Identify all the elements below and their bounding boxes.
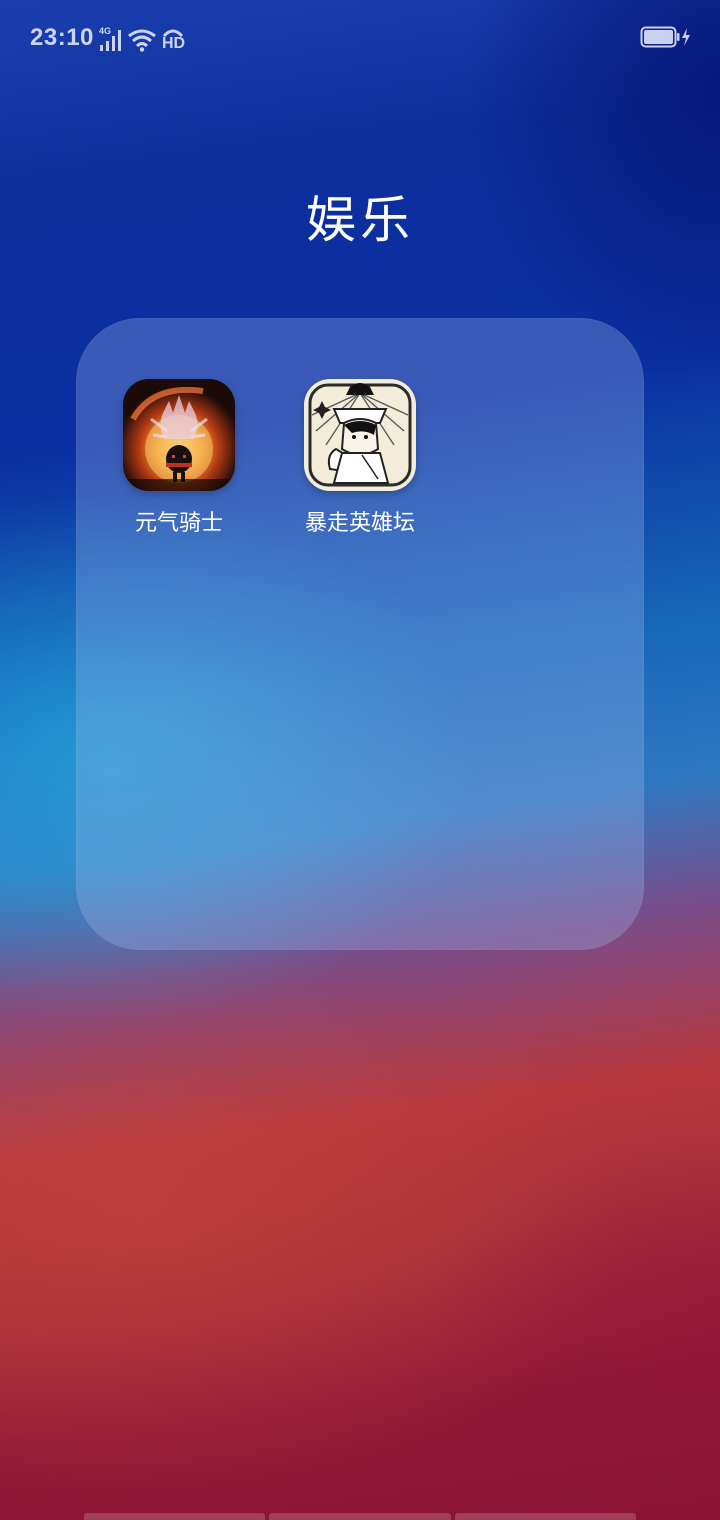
hd-call-icon: HD xyxy=(161,26,185,52)
app-label: 元气骑士 xyxy=(134,511,223,536)
signal-icon: 4G xyxy=(99,26,123,52)
hd-label: HD xyxy=(162,35,186,52)
home-screen: 23:10 4G HD 娱乐 元气骑士 暴走英雄坛 xyxy=(0,0,720,1520)
dock-segment xyxy=(269,1513,451,1520)
status-time: 23:10 xyxy=(30,24,94,51)
app-manga-hero[interactable]: 暴走英雄坛 xyxy=(280,379,440,537)
status-icons: 4G HD xyxy=(99,24,185,52)
dock-segment xyxy=(454,1513,636,1520)
dock-edge xyxy=(84,1513,636,1520)
battery-charging-icon xyxy=(640,26,692,48)
app-label: 暴走英雄坛 xyxy=(304,511,415,536)
soul-knight-icon xyxy=(123,379,235,491)
folder-title[interactable]: 娱乐 xyxy=(0,180,720,252)
folder-panel: 元气骑士 暴走英雄坛 xyxy=(76,318,644,950)
wifi-icon xyxy=(127,28,157,52)
app-soul-knight[interactable]: 元气骑士 xyxy=(99,379,259,537)
status-bar: 23:10 4G HD xyxy=(0,0,720,76)
manga-hero-icon xyxy=(304,379,416,491)
dock-segment xyxy=(84,1513,266,1520)
